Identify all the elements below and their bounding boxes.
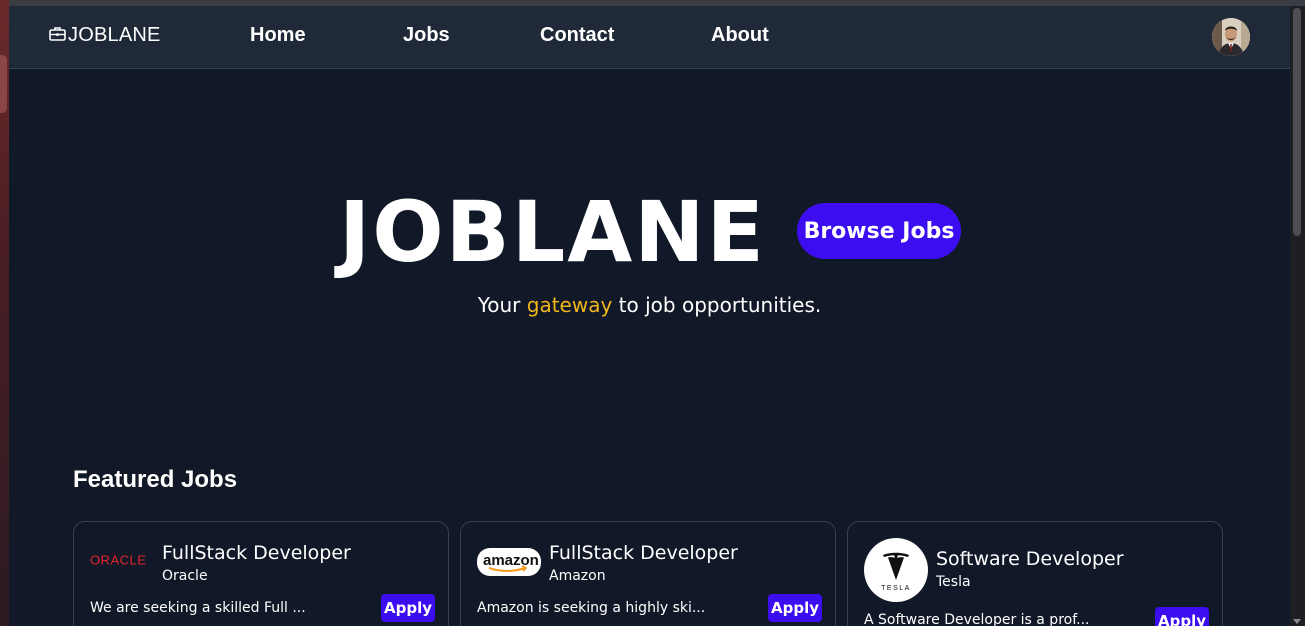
job-description: A Software Developer is a prof...	[864, 612, 1090, 626]
company-name: Oracle	[162, 568, 208, 584]
job-card-oracle[interactable]: ORACLE FullStack Developer Oracle We are…	[73, 521, 449, 626]
nav-link-jobs[interactable]: Jobs	[403, 24, 450, 47]
amazon-logo: amazon	[477, 548, 541, 576]
navbar: JOBLANE Home Jobs Contact About	[9, 6, 1290, 69]
desktop-panel-handle	[0, 55, 7, 113]
job-description: Amazon is seeking a highly ski...	[477, 600, 706, 616]
nav-link-home[interactable]: Home	[250, 24, 306, 47]
tagline-accent-word: gateway	[526, 293, 613, 317]
desktop-background	[0, 0, 9, 626]
job-title: FullStack Developer	[162, 542, 351, 564]
page-scrollbar[interactable]	[1290, 6, 1305, 626]
oracle-logo-text: ORACLE	[90, 553, 146, 567]
brand-link[interactable]: JOBLANE	[49, 24, 161, 47]
nav-link-contact[interactable]: Contact	[540, 24, 614, 47]
company-name: Tesla	[936, 574, 971, 590]
scrollbar-thumb[interactable]	[1293, 8, 1301, 236]
user-avatar[interactable]	[1212, 18, 1250, 56]
tesla-logo-text: TESLA	[881, 585, 911, 592]
featured-jobs-heading: Featured Jobs	[73, 466, 238, 493]
oracle-logo: ORACLE	[90, 550, 152, 570]
briefcase-icon	[49, 24, 68, 47]
apply-button[interactable]: Apply	[381, 594, 435, 622]
tagline-text-after: to job opportunities.	[612, 293, 822, 317]
page-viewport: JOBLANE Home Jobs Contact About JOBLANE …	[9, 6, 1290, 626]
amazon-logo-text: amazon	[483, 552, 539, 569]
company-name: Amazon	[549, 568, 606, 584]
browse-jobs-button[interactable]: Browse Jobs	[797, 203, 961, 259]
brand-text: JOBLANE	[68, 24, 161, 46]
job-title: FullStack Developer	[549, 542, 738, 564]
scroll-down-arrow-icon[interactable]	[1293, 619, 1301, 624]
hero-title: JOBLANE	[339, 183, 766, 281]
job-card-tesla[interactable]: TESLA Software Developer Tesla A Softwar…	[847, 521, 1223, 626]
job-description: We are seeking a skilled Full ...	[90, 600, 306, 616]
tagline-text-before: Your	[477, 293, 527, 317]
nav-link-about[interactable]: About	[711, 24, 769, 47]
job-card-amazon[interactable]: amazon FullStack Developer Amazon Amazon…	[460, 521, 836, 626]
apply-button[interactable]: Apply	[1155, 607, 1209, 626]
hero-tagline: Your gateway to job opportunities.	[9, 293, 1290, 317]
tesla-logo: TESLA	[864, 538, 928, 602]
job-title: Software Developer	[936, 548, 1124, 570]
apply-button[interactable]: Apply	[768, 594, 822, 622]
